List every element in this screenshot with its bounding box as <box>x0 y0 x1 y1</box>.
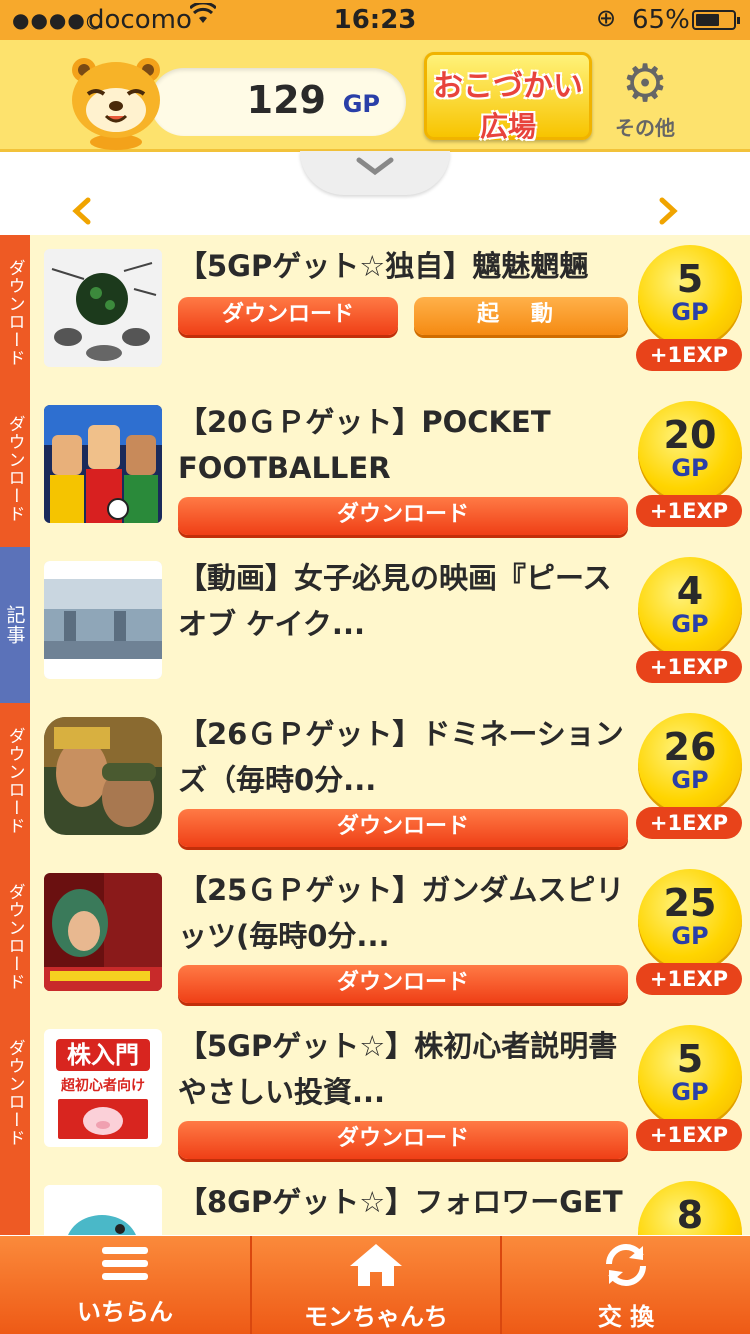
category-label: ダウ <box>0 1171 30 1235</box>
carousel-controls <box>0 151 750 235</box>
gear-icon: ⚙ <box>621 54 669 114</box>
allowance-plaza-button[interactable]: おこづかい 広場 <box>424 52 592 143</box>
reward-unit: GP <box>671 298 709 326</box>
battery-percent: 65% <box>632 5 690 35</box>
rotation-lock-icon: ⊕ <box>596 4 617 32</box>
pig-icon <box>58 1099 148 1139</box>
offer-row[interactable]: ダウ 【8GPゲット☆】フォロワーGET 8 <box>0 1171 750 1235</box>
plaza-label-1: おこづかい <box>433 69 583 104</box>
app-header: 129 GP おこづかい 広場 ⚙ その他 <box>0 40 750 152</box>
reward-unit: GP <box>671 1078 709 1106</box>
mascot-icon[interactable] <box>66 54 166 150</box>
reward-value: 5 <box>676 1037 704 1081</box>
reward-coin: 5 GP <box>638 245 742 349</box>
offer-title: 【動画】女子必見の映画『ピースオブ ケイク... <box>178 561 612 641</box>
reward-value: 4 <box>676 569 704 613</box>
exp-badge: +1EXP <box>636 963 742 995</box>
category-label: ダウンロード <box>0 1015 30 1171</box>
reward-value: 5 <box>676 257 704 301</box>
home-icon <box>252 1242 500 1303</box>
plaza-label-2: 広場 <box>479 110 536 143</box>
offer-row[interactable]: ダウンロード 【26ＧＰゲット】ドミネーションズ（毎時0分... ダウンロード … <box>0 703 750 861</box>
tab-label: モンちゃんち <box>304 1303 448 1331</box>
exp-badge: +1EXP <box>636 1119 742 1151</box>
exp-badge: +1EXP <box>636 339 742 371</box>
tab-label: 交 換 <box>597 1303 655 1331</box>
launch-button[interactable]: 起 動 <box>414 297 628 335</box>
reward-value: 25 <box>663 881 717 925</box>
exp-badge: +1EXP <box>636 807 742 839</box>
offer-thumbnail <box>44 873 162 991</box>
offer-row[interactable]: 記事 【動画】女子必見の映画『ピースオブ ケイク... 4 GP +1EXP <box>0 547 750 705</box>
tab-list[interactable]: いちらん <box>0 1236 250 1334</box>
download-button[interactable]: ダウンロード <box>178 497 628 535</box>
bottom-tab-bar: いちらん モンちゃんち 交 換 <box>0 1236 750 1334</box>
offer-title: 【25ＧＰゲット】ガンダムスピリッツ(毎時0分... <box>178 873 625 953</box>
offer-title: 【5GPゲット☆独自】魑魅魍魎 <box>178 249 589 283</box>
offer-row[interactable]: ダウンロード 株入門 超初心者向け 【5GPゲット☆】株初心者説明書やさしい投資… <box>0 1015 750 1173</box>
offer-title: 【20ＧＰゲット】POCKET FOOTBALLER <box>178 405 551 485</box>
tab-label: いちらん <box>77 1298 173 1326</box>
offer-thumbnail <box>44 405 162 523</box>
offer-thumbnail <box>44 561 162 679</box>
chevron-right-icon[interactable] <box>656 195 680 235</box>
reward-coin: 8 <box>638 1181 742 1235</box>
exp-badge: +1EXP <box>636 495 742 527</box>
reward-unit: GP <box>671 454 709 482</box>
offer-thumbnail <box>44 1185 162 1235</box>
reward-coin: 20 GP <box>638 401 742 505</box>
points-display: 129 GP <box>150 68 406 136</box>
points-unit: GP <box>342 90 380 118</box>
reward-unit: GP <box>671 922 709 950</box>
download-button[interactable]: ダウンロード <box>178 809 628 847</box>
reward-coin: 25 GP <box>638 869 742 973</box>
offer-row[interactable]: ダウンロード 【25ＧＰゲット】ガンダムスピリッツ(毎時0分... ダウンロード… <box>0 859 750 1017</box>
offer-list[interactable]: ダウンロード 【5GPゲット☆独自】魑魅魍魎 ダウンロード 起 動 5 GP +… <box>0 235 750 1235</box>
offer-title: 【8GPゲット☆】フォロワーGET <box>178 1185 623 1219</box>
tab-home[interactable]: モンちゃんち <box>250 1236 500 1334</box>
category-label: ダウンロード <box>0 703 30 859</box>
reward-value: 8 <box>676 1193 704 1235</box>
settings-label: その他 <box>615 116 675 140</box>
thumb-title-text: 株入門 <box>56 1039 150 1071</box>
offer-row[interactable]: ダウンロード 【20ＧＰゲット】POCKET FOOTBALLER ダウンロード… <box>0 391 750 549</box>
category-label: 記事 <box>0 547 30 703</box>
chevron-down-icon <box>355 151 395 186</box>
points-value: 129 <box>246 78 326 122</box>
offer-thumbnail <box>44 717 162 835</box>
exp-badge: +1EXP <box>636 651 742 683</box>
category-label: ダウンロード <box>0 859 30 1015</box>
tab-exchange[interactable]: 交 換 <box>500 1236 750 1334</box>
reward-unit: GP <box>671 766 709 794</box>
thumb-subtitle-text: 超初心者向け <box>61 1078 145 1094</box>
offer-title: 【5GPゲット☆】株初心者説明書やさしい投資... <box>178 1029 618 1109</box>
download-button[interactable]: ダウンロード <box>178 1121 628 1159</box>
download-button[interactable]: ダウンロード <box>178 297 398 335</box>
reward-coin: 4 GP <box>638 557 742 661</box>
category-label: ダウンロード <box>0 391 30 547</box>
offer-thumbnail: 株入門 超初心者向け <box>44 1029 162 1147</box>
reward-coin: 26 GP <box>638 713 742 817</box>
refresh-icon <box>502 1242 750 1303</box>
download-button[interactable]: ダウンロード <box>178 965 628 1003</box>
offer-title: 【26ＧＰゲット】ドミネーションズ（毎時0分... <box>178 717 624 797</box>
reward-coin: 5 GP <box>638 1025 742 1129</box>
reward-value: 20 <box>663 413 717 457</box>
menu-icon <box>0 1242 250 1298</box>
offer-row[interactable]: ダウンロード 【5GPゲット☆独自】魑魅魍魎 ダウンロード 起 動 5 GP +… <box>0 235 750 393</box>
reward-unit: GP <box>671 610 709 638</box>
battery-icon <box>692 10 740 30</box>
offer-thumbnail <box>44 249 162 367</box>
category-label: ダウンロード <box>0 235 30 391</box>
expand-toggle[interactable] <box>300 151 450 195</box>
reward-value: 26 <box>663 725 717 769</box>
status-bar: ●●●●○ docomo 16:23 ⊕ 65% <box>0 0 750 40</box>
chevron-left-icon[interactable] <box>70 195 94 235</box>
settings-button[interactable]: ⚙ その他 <box>610 56 680 146</box>
